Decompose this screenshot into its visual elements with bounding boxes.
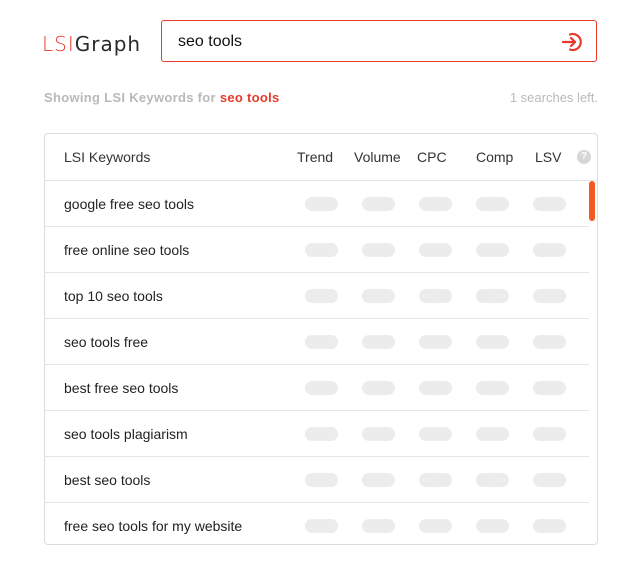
header-lsi-keywords: LSI Keywords — [64, 149, 151, 165]
table-row[interactable]: seo tools free — [45, 319, 589, 365]
searches-left: 1 searches left. — [509, 90, 598, 105]
arrow-enter-circle-icon[interactable] — [560, 30, 584, 54]
keyword-text: top 10 seo tools — [64, 288, 163, 304]
logo-lsi: LSI — [42, 32, 75, 56]
keyword-text: free seo tools for my website — [64, 518, 243, 534]
header-volume[interactable]: Volume — [354, 149, 401, 165]
lsv-placeholder — [533, 473, 566, 487]
comp-placeholder — [476, 519, 509, 533]
cpc-placeholder — [419, 335, 452, 349]
logo-graph: Graph — [74, 32, 142, 56]
trend-placeholder — [305, 519, 338, 533]
keyword-text: free online seo tools — [64, 242, 190, 258]
trend-placeholder — [305, 197, 338, 211]
trend-placeholder — [305, 427, 338, 441]
trend-placeholder — [305, 289, 338, 303]
cpc-placeholder — [419, 197, 452, 211]
table-row[interactable]: best free seo tools — [45, 365, 589, 411]
table-row[interactable]: google free seo tools — [45, 181, 589, 227]
comp-placeholder — [476, 289, 509, 303]
help-icon[interactable]: ? — [577, 150, 591, 164]
lsv-placeholder — [533, 289, 566, 303]
keyword-text: best free seo tools — [64, 380, 179, 396]
keyword-text: google free seo tools — [64, 196, 194, 212]
table-row[interactable]: free online seo tools — [45, 227, 589, 273]
comp-placeholder — [476, 197, 509, 211]
comp-placeholder — [476, 335, 509, 349]
lsv-placeholder — [533, 197, 566, 211]
search-box — [161, 20, 597, 62]
cpc-placeholder — [419, 427, 452, 441]
trend-placeholder — [305, 473, 338, 487]
lsv-placeholder — [533, 427, 566, 441]
header-lsv[interactable]: LSV — [535, 149, 561, 165]
cpc-placeholder — [419, 381, 452, 395]
showing-term: seo tools — [219, 90, 280, 105]
search-input[interactable] — [176, 29, 550, 55]
table-row[interactable]: free seo tools for my website — [45, 503, 589, 544]
lsigraph-logo[interactable]: LSIGraph — [42, 32, 141, 56]
table-row[interactable]: seo tools plagiarism — [45, 411, 589, 457]
cpc-placeholder — [419, 519, 452, 533]
trend-placeholder — [305, 381, 338, 395]
header-cpc[interactable]: CPC — [417, 149, 447, 165]
scrollbar-thumb[interactable] — [589, 181, 595, 221]
cpc-placeholder — [419, 473, 452, 487]
trend-placeholder — [305, 243, 338, 257]
volume-placeholder — [362, 335, 395, 349]
table-scrollbar[interactable] — [587, 181, 597, 544]
volume-placeholder — [362, 519, 395, 533]
cpc-placeholder — [419, 243, 452, 257]
showing-prefix: Showing LSI Keywords for — [44, 90, 216, 105]
comp-placeholder — [476, 473, 509, 487]
lsv-placeholder — [533, 519, 566, 533]
lsv-placeholder — [533, 243, 566, 257]
volume-placeholder — [362, 381, 395, 395]
lsv-placeholder — [533, 335, 566, 349]
table-row[interactable]: best seo tools — [45, 457, 589, 503]
volume-placeholder — [362, 473, 395, 487]
cpc-placeholder — [419, 289, 452, 303]
table-header: LSI Keywords Trend Volume CPC Comp LSV ? — [45, 134, 597, 181]
volume-placeholder — [362, 427, 395, 441]
comp-placeholder — [476, 427, 509, 441]
keyword-text: seo tools plagiarism — [64, 426, 188, 442]
volume-placeholder — [362, 289, 395, 303]
lsv-placeholder — [533, 381, 566, 395]
header-trend[interactable]: Trend — [297, 149, 333, 165]
table-row[interactable]: top 10 seo tools — [45, 273, 589, 319]
showing-label: Showing LSI Keywords for seo tools — [44, 90, 280, 105]
volume-placeholder — [362, 197, 395, 211]
header-comp[interactable]: Comp — [476, 149, 513, 165]
trend-placeholder — [305, 335, 338, 349]
comp-placeholder — [476, 243, 509, 257]
volume-placeholder — [362, 243, 395, 257]
comp-placeholder — [476, 381, 509, 395]
keyword-text: seo tools free — [64, 334, 149, 350]
keywords-table: LSI Keywords Trend Volume CPC Comp LSV ?… — [44, 133, 598, 545]
keyword-text: best seo tools — [64, 472, 151, 488]
